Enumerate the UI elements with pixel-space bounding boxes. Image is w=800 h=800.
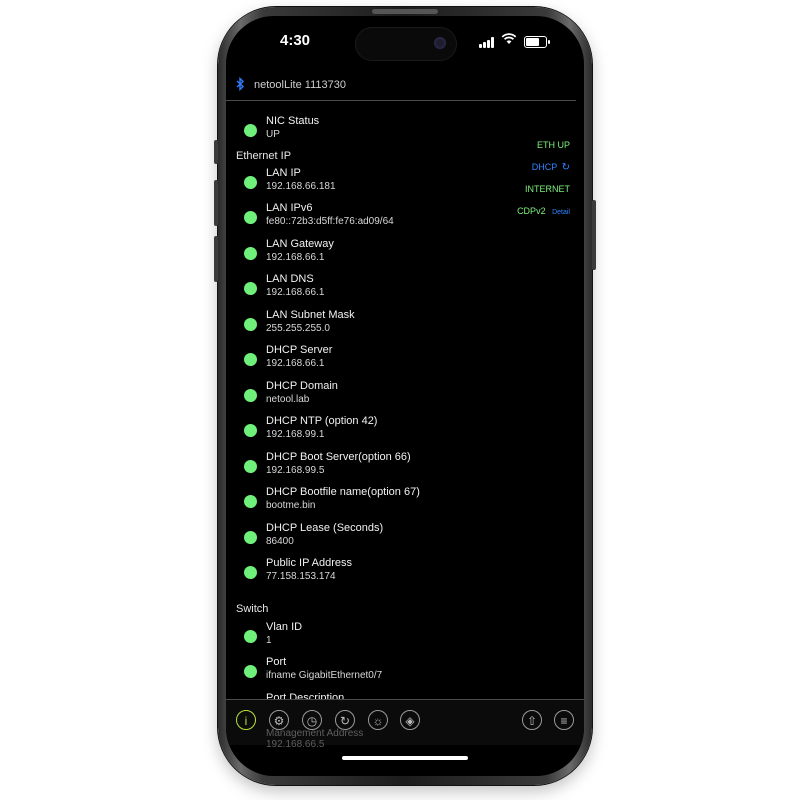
- row-value: 1: [266, 635, 272, 646]
- status-indicator: [244, 247, 257, 260]
- row-label: DHCP NTP (option 42): [266, 415, 378, 427]
- list-item[interactable]: LAN IP 192.168.66.181: [244, 167, 494, 197]
- settings-gear-icon[interactable]: ⚙: [269, 710, 289, 730]
- cdp-badge[interactable]: CDPv2 Detail: [517, 206, 570, 228]
- status-indicator: [244, 531, 257, 544]
- status-indicator: [244, 389, 257, 402]
- row-value: 255.255.255.0: [266, 323, 330, 334]
- sun-icon[interactable]: ☼: [368, 710, 388, 730]
- list-item[interactable]: DHCP Bootfile name(option 67) bootme.bin: [244, 486, 494, 516]
- row-label: LAN Subnet Mask: [266, 309, 355, 321]
- row-value: bootme.bin: [266, 500, 316, 511]
- row-value: 192.168.99.5: [266, 465, 325, 476]
- row-value: netool.lab: [266, 394, 310, 405]
- status-indicator: [244, 282, 257, 295]
- list-item[interactable]: DHCP Boot Server(option 66) 192.168.99.5: [244, 451, 494, 481]
- volume-up-button: [214, 180, 218, 226]
- list-item[interactable]: LAN Gateway 192.168.66.1: [244, 238, 494, 268]
- phone-screen: 4:30 netoolLite 1113730 NIC Status UP Et…: [226, 16, 584, 776]
- front-camera-icon: [434, 37, 446, 49]
- battery-icon: [524, 36, 550, 48]
- status-indicator: [244, 353, 257, 366]
- dhcp-label: DHCP: [531, 162, 558, 172]
- row-label: Port: [266, 656, 287, 668]
- detail-link[interactable]: Detail: [552, 209, 570, 216]
- list-item[interactable]: Public IP Address 77.158.153.174: [244, 557, 494, 587]
- device-name[interactable]: netoolLite 1113730: [254, 79, 346, 91]
- status-indicator: [244, 566, 257, 579]
- status-indicator: [244, 318, 257, 331]
- status-indicator: [244, 211, 257, 224]
- list-item[interactable]: Port ifname GigabitEthernet0/7: [244, 656, 494, 686]
- row-value: 192.168.66.181: [266, 181, 336, 192]
- row-label: DHCP Lease (Seconds): [266, 522, 384, 534]
- refresh-icon[interactable]: ↻: [562, 162, 570, 173]
- row-label: LAN IP: [266, 167, 301, 179]
- list-item[interactable]: DHCP NTP (option 42) 192.168.99.1: [244, 415, 494, 445]
- home-indicator[interactable]: [342, 756, 468, 760]
- row-value: 192.168.66.1: [266, 287, 325, 298]
- wifi-icon: [501, 33, 517, 48]
- action-button: [214, 140, 218, 164]
- list-item[interactable]: DHCP Server 192.168.66.1: [244, 344, 494, 374]
- list-icon[interactable]: ≡: [554, 710, 574, 730]
- power-button: [592, 200, 596, 270]
- tag-icon[interactable]: ◈: [400, 710, 420, 730]
- row-value: 192.168.99.1: [266, 429, 325, 440]
- list-item[interactable]: DHCP Domain netool.lab: [244, 380, 494, 410]
- row-label: LAN Gateway: [266, 238, 334, 250]
- cell-signal-icon: [479, 37, 497, 48]
- dynamic-island: [355, 27, 457, 61]
- app-header: netoolLite 1113730: [226, 76, 576, 101]
- row-label: LAN IPv6: [266, 202, 313, 214]
- row-label: NIC Status: [266, 115, 320, 127]
- row-label: DHCP Boot Server(option 66): [266, 451, 411, 463]
- status-indicator: [244, 460, 257, 473]
- internet-badge: INTERNET: [525, 184, 570, 194]
- refresh-icon[interactable]: ↻: [335, 710, 355, 730]
- cdp-label: CDPv2: [517, 206, 546, 216]
- phone-top-accent: [372, 9, 438, 14]
- row-value: 192.168.66.1: [266, 358, 325, 369]
- info-glyph: i: [244, 714, 248, 728]
- list-item[interactable]: DHCP Lease (Seconds) 86400: [244, 522, 494, 552]
- link-status-tags: ETH UP DHCP ↻ INTERNET CDPv2 Detail: [517, 140, 570, 228]
- status-indicator: [244, 424, 257, 437]
- row-value: 192.168.66.1: [266, 252, 325, 263]
- info-icon[interactable]: i: [236, 710, 256, 730]
- row-value: ifname GigabitEthernet0/7: [266, 670, 383, 681]
- list-item[interactable]: LAN Subnet Mask 255.255.255.0: [244, 309, 494, 339]
- share-icon[interactable]: ⇧: [522, 710, 542, 730]
- row-value: fe80::72b3:d5ff:fe76:ad09/64: [266, 216, 394, 227]
- row-label: DHCP Bootfile name(option 67): [266, 486, 420, 498]
- row-value: UP: [266, 129, 280, 140]
- nic-status-row: NIC Status UP: [244, 115, 494, 145]
- bluetooth-icon: [236, 76, 245, 94]
- volume-down-button: [214, 236, 218, 282]
- eth-up-badge: ETH UP: [536, 140, 570, 150]
- status-indicator: [244, 630, 257, 643]
- section-ethernet-ip: Ethernet IP: [236, 150, 292, 162]
- row-label: DHCP Domain: [266, 380, 338, 392]
- scrolled-row-behind-toolbar: Management Address 192.168.66.5: [266, 728, 363, 750]
- dhcp-badge[interactable]: DHCP ↻: [517, 162, 570, 184]
- row-label: Public IP Address: [266, 557, 353, 569]
- list-item[interactable]: Vlan ID 1: [244, 621, 494, 651]
- list-item[interactable]: LAN DNS 192.168.66.1: [244, 273, 494, 303]
- status-indicator: [244, 495, 257, 508]
- status-indicator: [244, 124, 257, 137]
- row-label: Management Address: [266, 728, 364, 739]
- row-label: Vlan ID: [266, 621, 303, 633]
- clock-icon[interactable]: ◷: [302, 710, 322, 730]
- list-item[interactable]: LAN IPv6 fe80::72b3:d5ff:fe76:ad09/64: [244, 202, 494, 232]
- status-indicator: [244, 665, 257, 678]
- row-value: 192.168.66.5: [266, 739, 325, 750]
- row-value: 77.158.153.174: [266, 571, 336, 582]
- status-indicator: [244, 176, 257, 189]
- row-label: LAN DNS: [266, 273, 314, 285]
- row-value: 86400: [266, 536, 294, 547]
- row-label: DHCP Server: [266, 344, 333, 356]
- section-switch: Switch: [236, 603, 269, 615]
- status-time: 4:30: [280, 32, 311, 49]
